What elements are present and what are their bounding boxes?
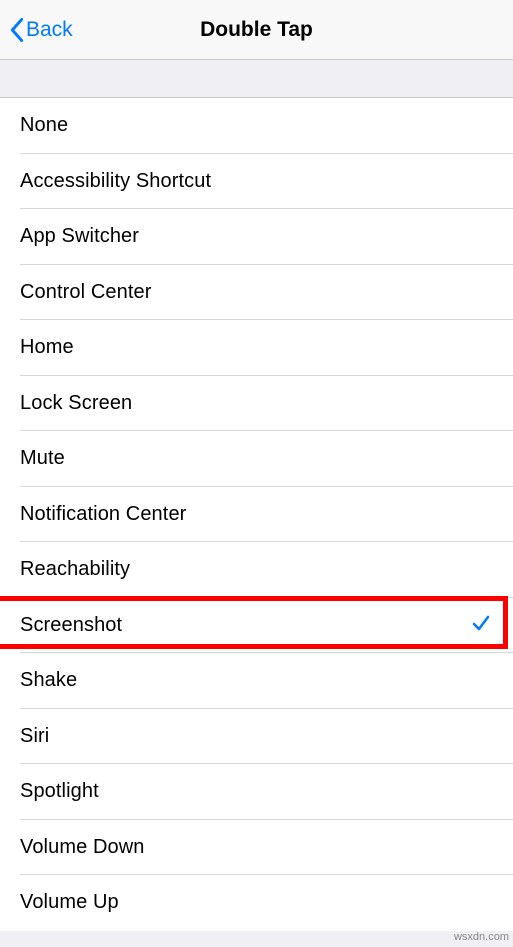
option-row[interactable]: Reachability [0,542,513,598]
option-label: None [20,114,68,137]
back-button[interactable]: Back [0,0,73,59]
option-row[interactable]: Volume Down [0,820,513,876]
option-row[interactable]: App Switcher [0,209,513,265]
watermark: wsxdn.com [454,931,509,943]
option-label: Spotlight [20,780,99,803]
option-label: Volume Down [20,836,145,859]
option-label: Mute [20,447,65,470]
option-label: Home [20,336,74,359]
navbar: Back Double Tap [0,0,513,60]
option-row[interactable]: Notification Center [0,487,513,543]
option-row[interactable]: Lock Screen [0,376,513,432]
option-label: Notification Center [20,503,186,526]
option-row[interactable]: Mute [0,431,513,487]
option-row[interactable]: Accessibility Shortcut [0,154,513,210]
option-label: App Switcher [20,225,139,248]
option-row[interactable]: Spotlight [0,764,513,820]
checkmark-icon [471,613,491,638]
options-list: None Accessibility Shortcut App Switcher Co… [0,98,513,931]
page-title: Double Tap [0,18,513,42]
option-label: Reachability [20,558,130,581]
option-label: Volume Up [20,891,119,914]
option-label: Accessibility Shortcut [20,170,211,193]
option-label: Siri [20,725,49,748]
section-gap [0,60,513,98]
chevron-left-icon [10,18,24,42]
option-row[interactable]: Volume Up [0,875,513,931]
option-row[interactable]: Control Center [0,265,513,321]
option-label: Control Center [20,281,151,304]
option-label: Screenshot [20,614,122,637]
option-label: Lock Screen [20,392,132,415]
option-label: Shake [20,669,77,692]
option-row[interactable]: Siri [0,709,513,765]
option-row[interactable]: Shake [0,653,513,709]
option-row[interactable]: Home [0,320,513,376]
option-row[interactable]: Screenshot [0,598,513,654]
option-row[interactable]: None [0,98,513,154]
back-label: Back [26,18,73,42]
